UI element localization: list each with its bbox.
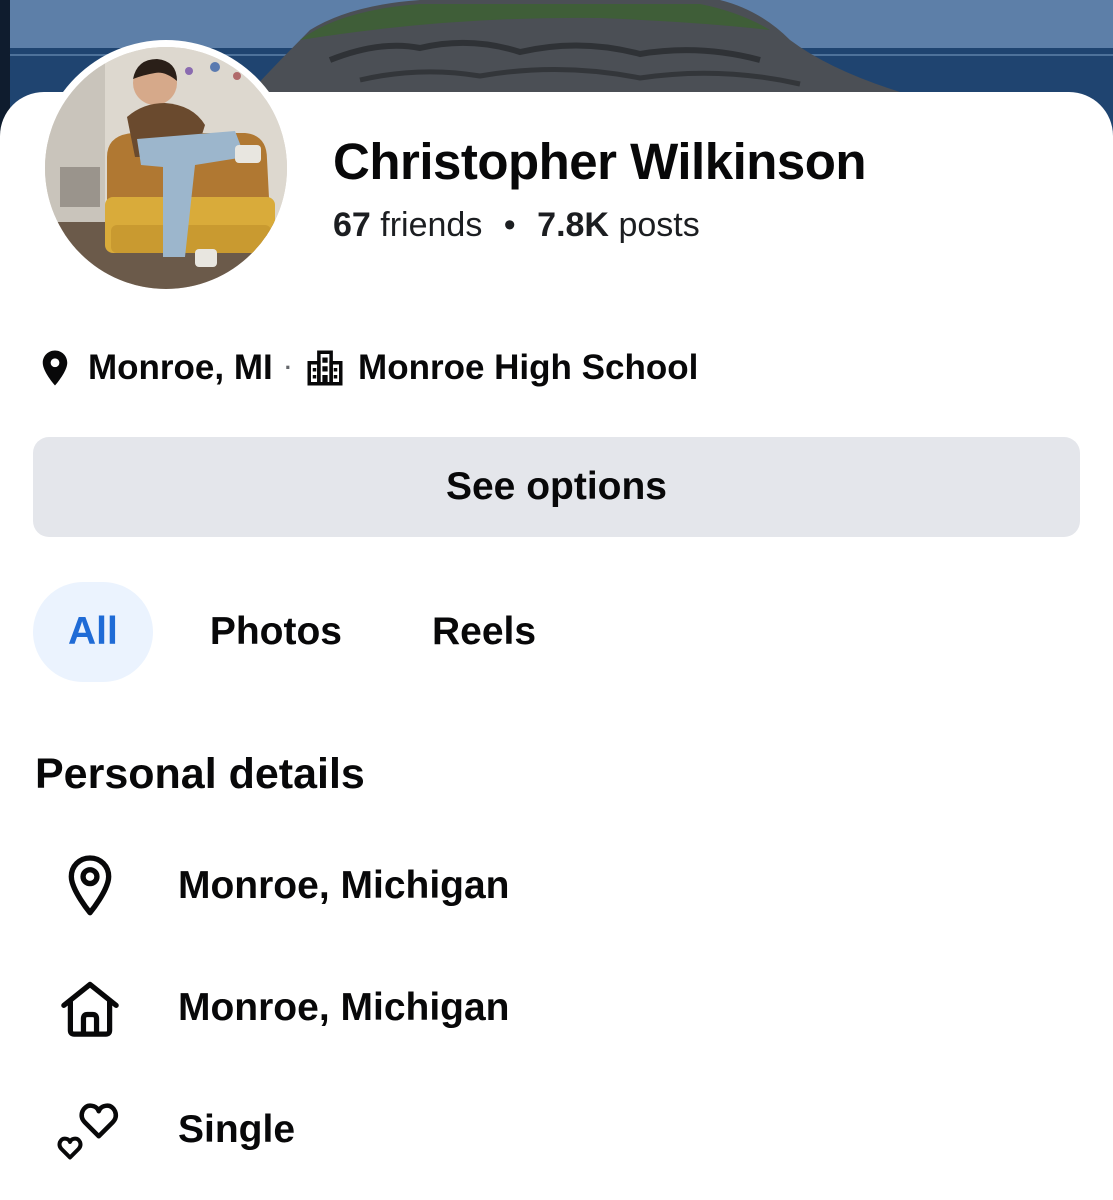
tab-all[interactable]: All (33, 582, 153, 682)
posts-label: posts (618, 206, 700, 244)
intro-row: Monroe, MI · Monroe High School (34, 343, 698, 393)
profile-stats: 67 friends • 7.8K posts (333, 206, 700, 245)
detail-current-city: Monroe, Michigan (50, 846, 510, 926)
intro-separator: · (284, 355, 293, 380)
stats-separator: • (503, 206, 516, 244)
intro-location: Monroe, MI (88, 348, 273, 387)
home-icon (50, 968, 130, 1048)
detail-relationship: Single (50, 1090, 295, 1170)
tab-reels[interactable]: Reels (432, 582, 536, 682)
detail-text: Monroe, Michigan (178, 864, 510, 907)
detail-text: Monroe, Michigan (178, 986, 510, 1029)
location-pin-icon (50, 846, 130, 926)
school-icon (304, 347, 346, 389)
hearts-icon (50, 1090, 130, 1170)
profile-name: Christopher Wilkinson (333, 133, 867, 190)
friends-count[interactable]: 67 (333, 206, 371, 244)
detail-text: Single (178, 1108, 296, 1151)
friends-label[interactable]: friends (380, 206, 482, 244)
profile-tabs: All Photos Reels (33, 582, 536, 682)
personal-details-title: Personal details (35, 750, 365, 798)
see-options-button[interactable]: See options (33, 437, 1080, 537)
posts-count: 7.8K (537, 206, 609, 244)
map-pin-icon (34, 347, 76, 389)
tab-photos[interactable]: Photos (210, 582, 342, 682)
detail-hometown: Monroe, Michigan (50, 968, 510, 1048)
avatar[interactable] (45, 47, 287, 289)
intro-school[interactable]: Monroe High School (358, 348, 698, 388)
